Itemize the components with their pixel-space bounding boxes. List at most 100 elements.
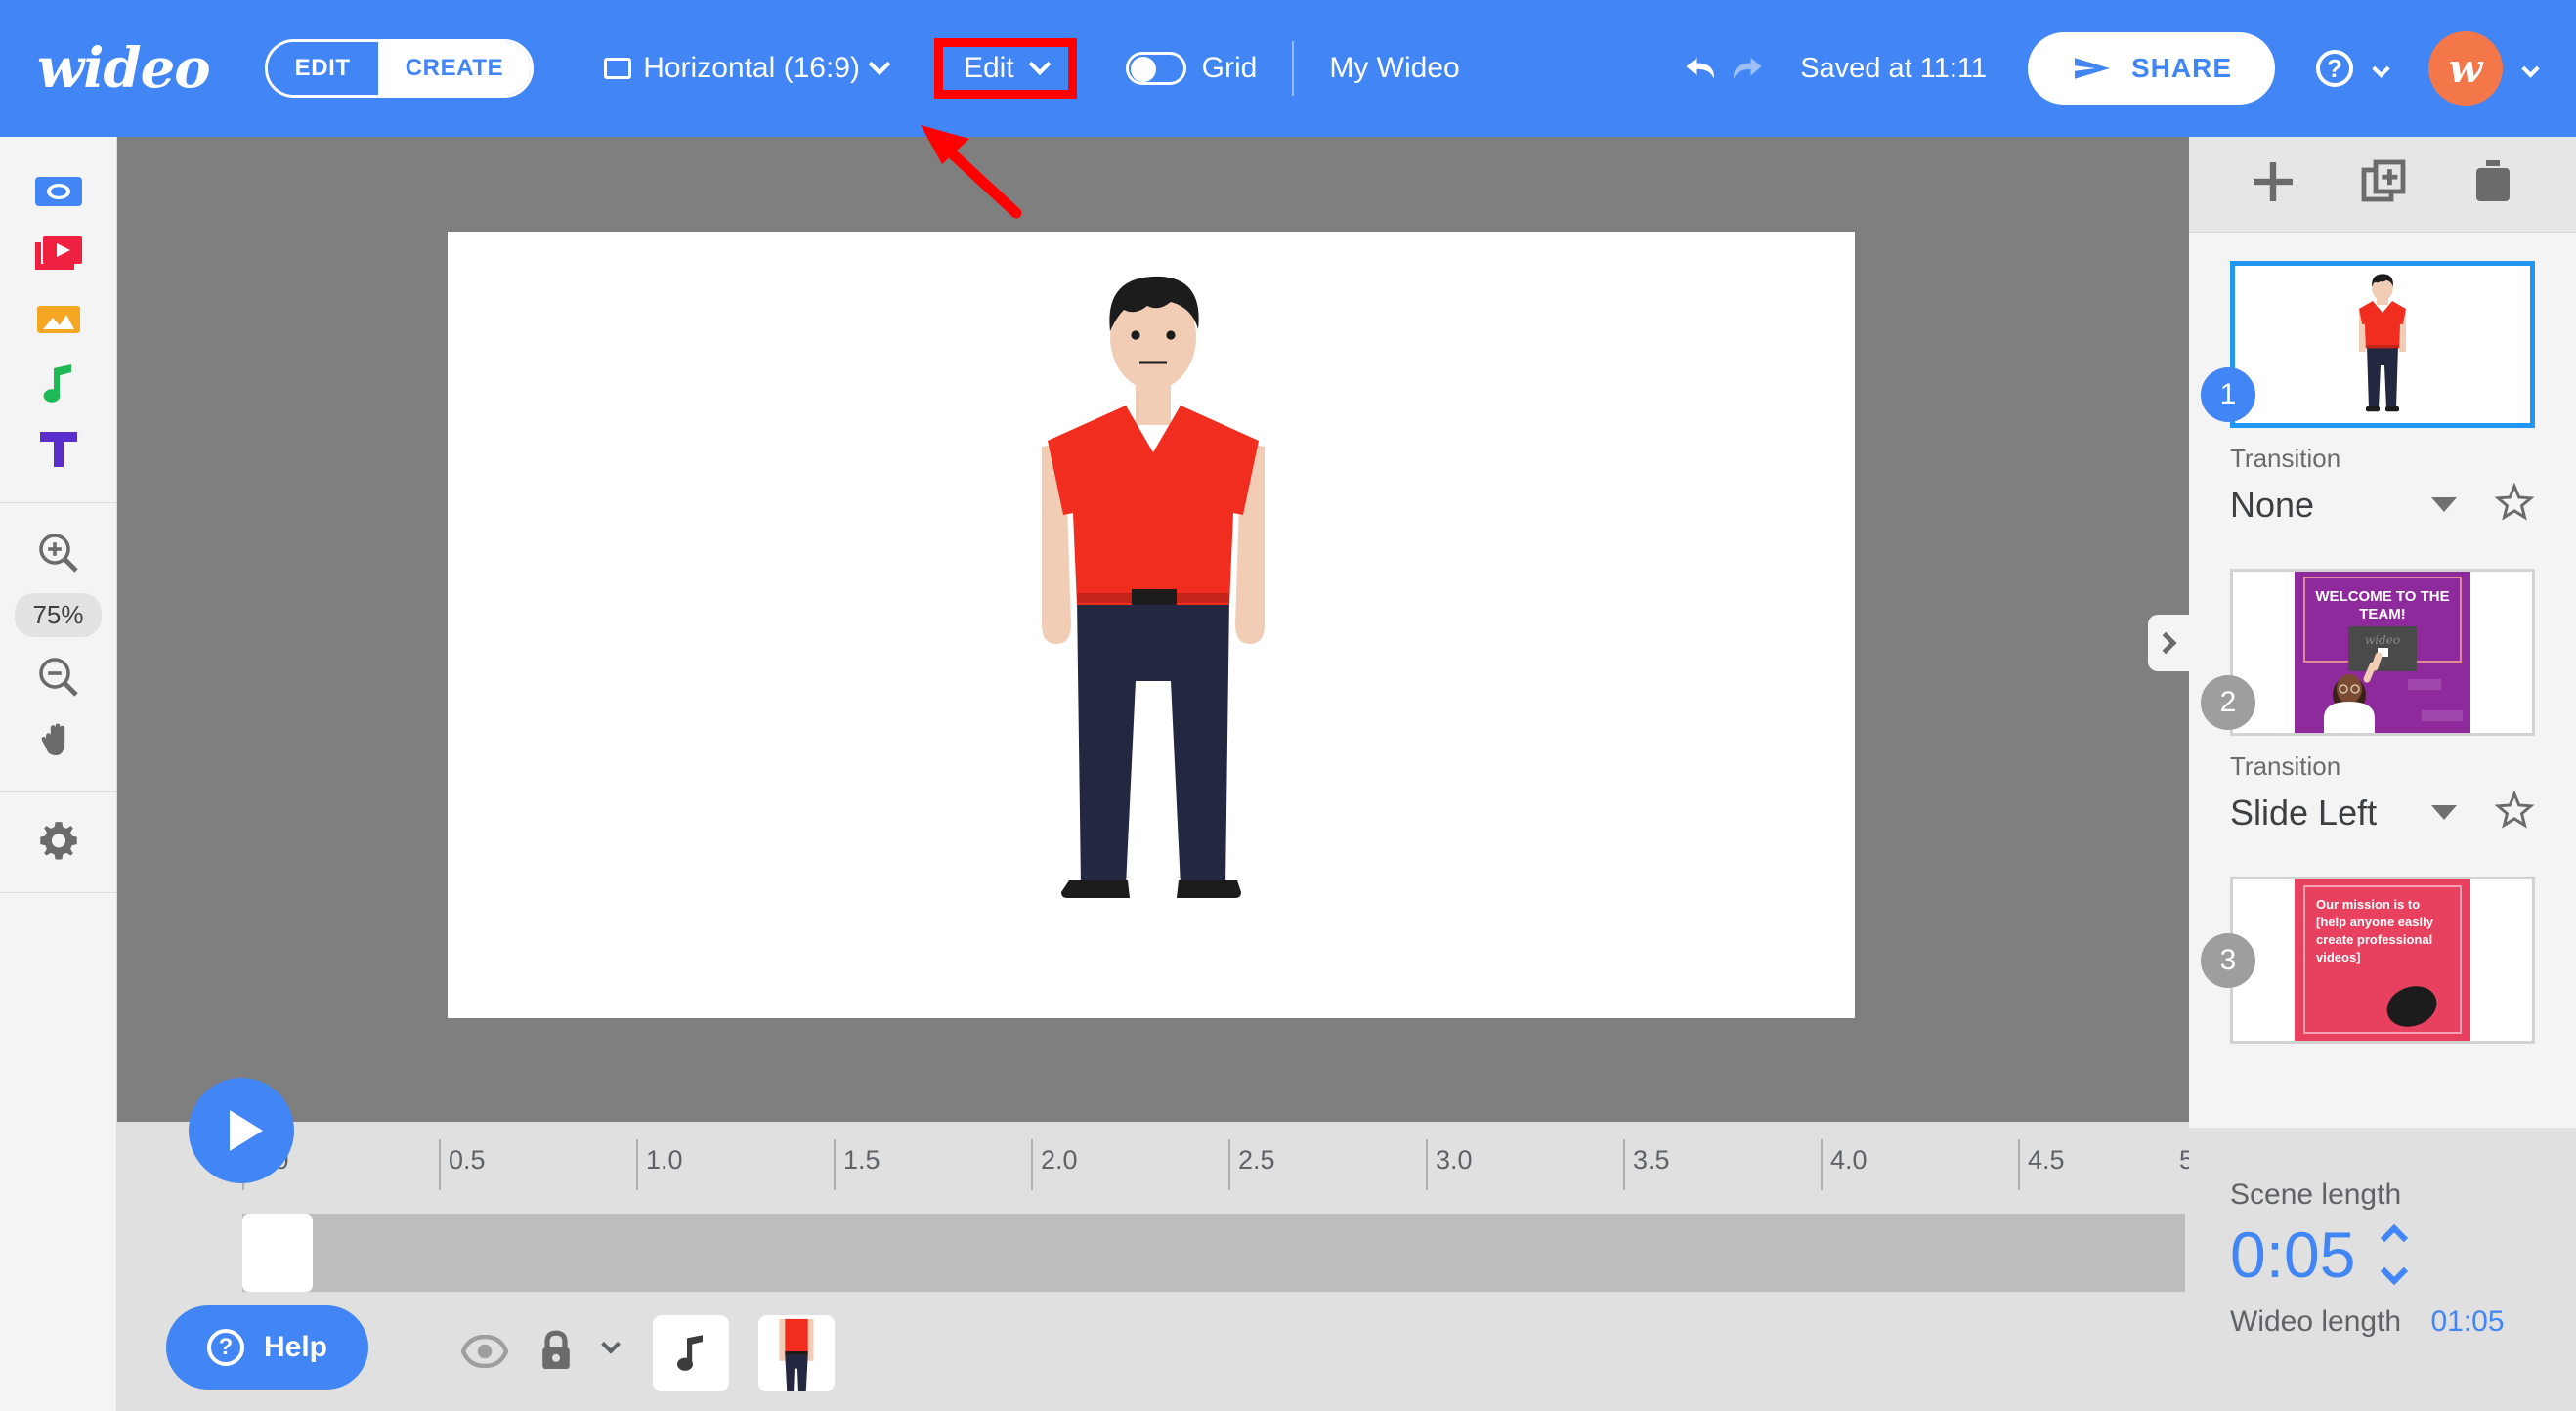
favorite-star-icon[interactable] xyxy=(2494,482,2535,528)
wideo-logo[interactable]: wideo xyxy=(37,36,211,101)
chevron-down-icon[interactable] xyxy=(2381,1257,2409,1286)
scenes-toolbar xyxy=(2189,137,2576,233)
chevron-down-icon[interactable] xyxy=(2521,59,2540,78)
sidebar-item-video[interactable] xyxy=(0,223,116,287)
transition-dropdown-icon[interactable] xyxy=(2431,805,2457,820)
undo-icon xyxy=(1686,58,1715,79)
edit-menu-button[interactable]: Edit xyxy=(933,38,1077,99)
zoom-out-button[interactable] xyxy=(0,645,116,709)
left-sidebar: 75% xyxy=(0,137,117,1411)
timeline-ruler[interactable]: 0.0 0.5 1.0 1.5 2.0 2.5 3.0 3.5 4.0 4.5 … xyxy=(117,1122,2217,1206)
chevron-right-icon xyxy=(2154,631,2177,655)
transition-row: Transition None xyxy=(2189,428,2576,528)
sidebar-item-text[interactable] xyxy=(0,416,116,481)
canvas-character[interactable] xyxy=(448,232,1855,1018)
scene-thumbnail[interactable]: WELCOME TO THE TEAM! wideo xyxy=(2230,569,2535,736)
chevron-down-icon xyxy=(1028,53,1051,76)
tab-create[interactable]: CREATE xyxy=(377,42,532,95)
tick-label: 1.0 xyxy=(646,1145,683,1175)
zoom-out-icon xyxy=(38,658,78,697)
wideo-length-value: 01:05 xyxy=(2430,1305,2505,1338)
project-title[interactable]: My Wideo xyxy=(1329,52,1459,85)
sidebar-divider xyxy=(0,892,116,893)
transition-value[interactable]: Slide Left xyxy=(2230,792,2377,834)
settings-button[interactable] xyxy=(0,810,116,875)
zoom-level-label[interactable]: 75% xyxy=(15,593,102,637)
timeline-track[interactable] xyxy=(242,1214,2185,1292)
hand-icon xyxy=(41,723,64,755)
toolbar-divider xyxy=(1292,41,1295,96)
list-item: WELCOME TO THE TEAM! wideo 2 Transition … xyxy=(2189,569,2576,835)
zoom-in-button[interactable] xyxy=(0,521,116,585)
tick-label: 4.0 xyxy=(1830,1145,1868,1175)
share-label: SHARE xyxy=(2130,53,2232,83)
aspect-ratio-selector[interactable]: Horizontal (16:9) xyxy=(604,52,891,85)
trash-icon xyxy=(2475,160,2510,201)
chevron-down-icon[interactable] xyxy=(601,1334,621,1354)
scene-2-preview: WELCOME TO THE TEAM! wideo xyxy=(2295,572,2470,733)
duplicate-scene-button[interactable] xyxy=(2358,156,2409,212)
redo-icon xyxy=(1734,58,1762,79)
list-item[interactable] xyxy=(758,1315,835,1391)
list-item: Our mission is to [help anyone easily cr… xyxy=(2189,877,2576,1044)
scenes-list[interactable]: 1 Transition None WELCOME TO THE TEAM! w… xyxy=(2189,234,2576,1128)
track-scene-thumb[interactable] xyxy=(242,1214,313,1292)
collapse-panel-button[interactable] xyxy=(2148,615,2189,671)
rectangle-icon xyxy=(604,58,632,79)
scene-1-preview xyxy=(2359,273,2406,411)
delete-scene-button[interactable] xyxy=(2469,156,2517,212)
svg-text:create professional: create professional xyxy=(2316,932,2432,947)
scene-number-badge: 2 xyxy=(2201,674,2255,730)
gear-icon xyxy=(39,822,77,860)
svg-text:Our mission is to: Our mission is to xyxy=(2316,897,2420,912)
list-item[interactable] xyxy=(653,1315,729,1391)
sidebar-settings-group xyxy=(0,792,116,875)
svg-text:videos]: videos] xyxy=(2316,950,2361,964)
scene-length-stepper[interactable] xyxy=(2381,1223,2409,1286)
tick-label: 0.5 xyxy=(449,1145,486,1175)
redo-button[interactable] xyxy=(1724,47,1767,90)
video-icon xyxy=(34,236,82,270)
pan-tool-button[interactable] xyxy=(0,709,116,774)
image-icon xyxy=(36,306,80,333)
toggle-switch[interactable] xyxy=(1125,52,1186,85)
eye-icon xyxy=(460,1334,509,1368)
star-icon xyxy=(2494,790,2535,829)
undo-button[interactable] xyxy=(1681,47,1724,90)
canvas-stage xyxy=(117,137,2189,1122)
scene-length-value[interactable]: 0:05 xyxy=(2230,1218,2355,1292)
tick-label: 2.5 xyxy=(1238,1145,1275,1175)
grid-toggle[interactable]: Grid xyxy=(1125,52,1257,85)
tick-label: 3.5 xyxy=(1633,1145,1670,1175)
music-icon xyxy=(43,364,71,403)
share-button[interactable]: SHARE xyxy=(2027,32,2275,105)
scene-number-badge: 1 xyxy=(2201,366,2255,422)
chevron-up-icon[interactable] xyxy=(2381,1223,2409,1253)
add-scene-button[interactable] xyxy=(2248,156,2298,212)
transition-dropdown-icon[interactable] xyxy=(2431,497,2457,512)
video-canvas[interactable] xyxy=(448,232,1855,1018)
tick-label: 1.5 xyxy=(843,1145,880,1175)
top-toolbar-right: Saved at 11:11 SHARE ? w xyxy=(1681,31,2576,106)
play-button[interactable] xyxy=(189,1078,294,1183)
help-circle-icon[interactable]: ? xyxy=(2316,50,2353,87)
tab-edit[interactable]: EDIT xyxy=(267,42,378,95)
wideo-length-row: Wideo length 01:05 xyxy=(2230,1305,2576,1339)
avatar[interactable]: w xyxy=(2428,31,2503,106)
sidebar-item-music[interactable] xyxy=(0,352,116,416)
favorite-star-icon[interactable] xyxy=(2494,790,2535,835)
scene-thumbnail[interactable] xyxy=(2230,261,2535,428)
help-label: Help xyxy=(264,1331,328,1363)
chevron-down-icon[interactable] xyxy=(2372,59,2390,78)
visibility-toggle[interactable] xyxy=(460,1334,509,1373)
scene-thumbnail[interactable]: Our mission is to [help anyone easily cr… xyxy=(2230,877,2535,1044)
lock-toggle[interactable] xyxy=(537,1330,575,1378)
sidebar-item-image[interactable] xyxy=(0,287,116,352)
sidebar-item-camera[interactable] xyxy=(0,158,116,223)
saved-status: Saved at 11:11 xyxy=(1800,52,1987,84)
transition-value[interactable]: None xyxy=(2230,485,2314,526)
transition-row: Transition Slide Left xyxy=(2189,736,2576,835)
mode-toggle[interactable]: EDIT CREATE xyxy=(264,39,535,98)
wideo-length-label: Wideo length xyxy=(2230,1305,2402,1338)
help-button[interactable]: ? Help xyxy=(166,1305,369,1390)
